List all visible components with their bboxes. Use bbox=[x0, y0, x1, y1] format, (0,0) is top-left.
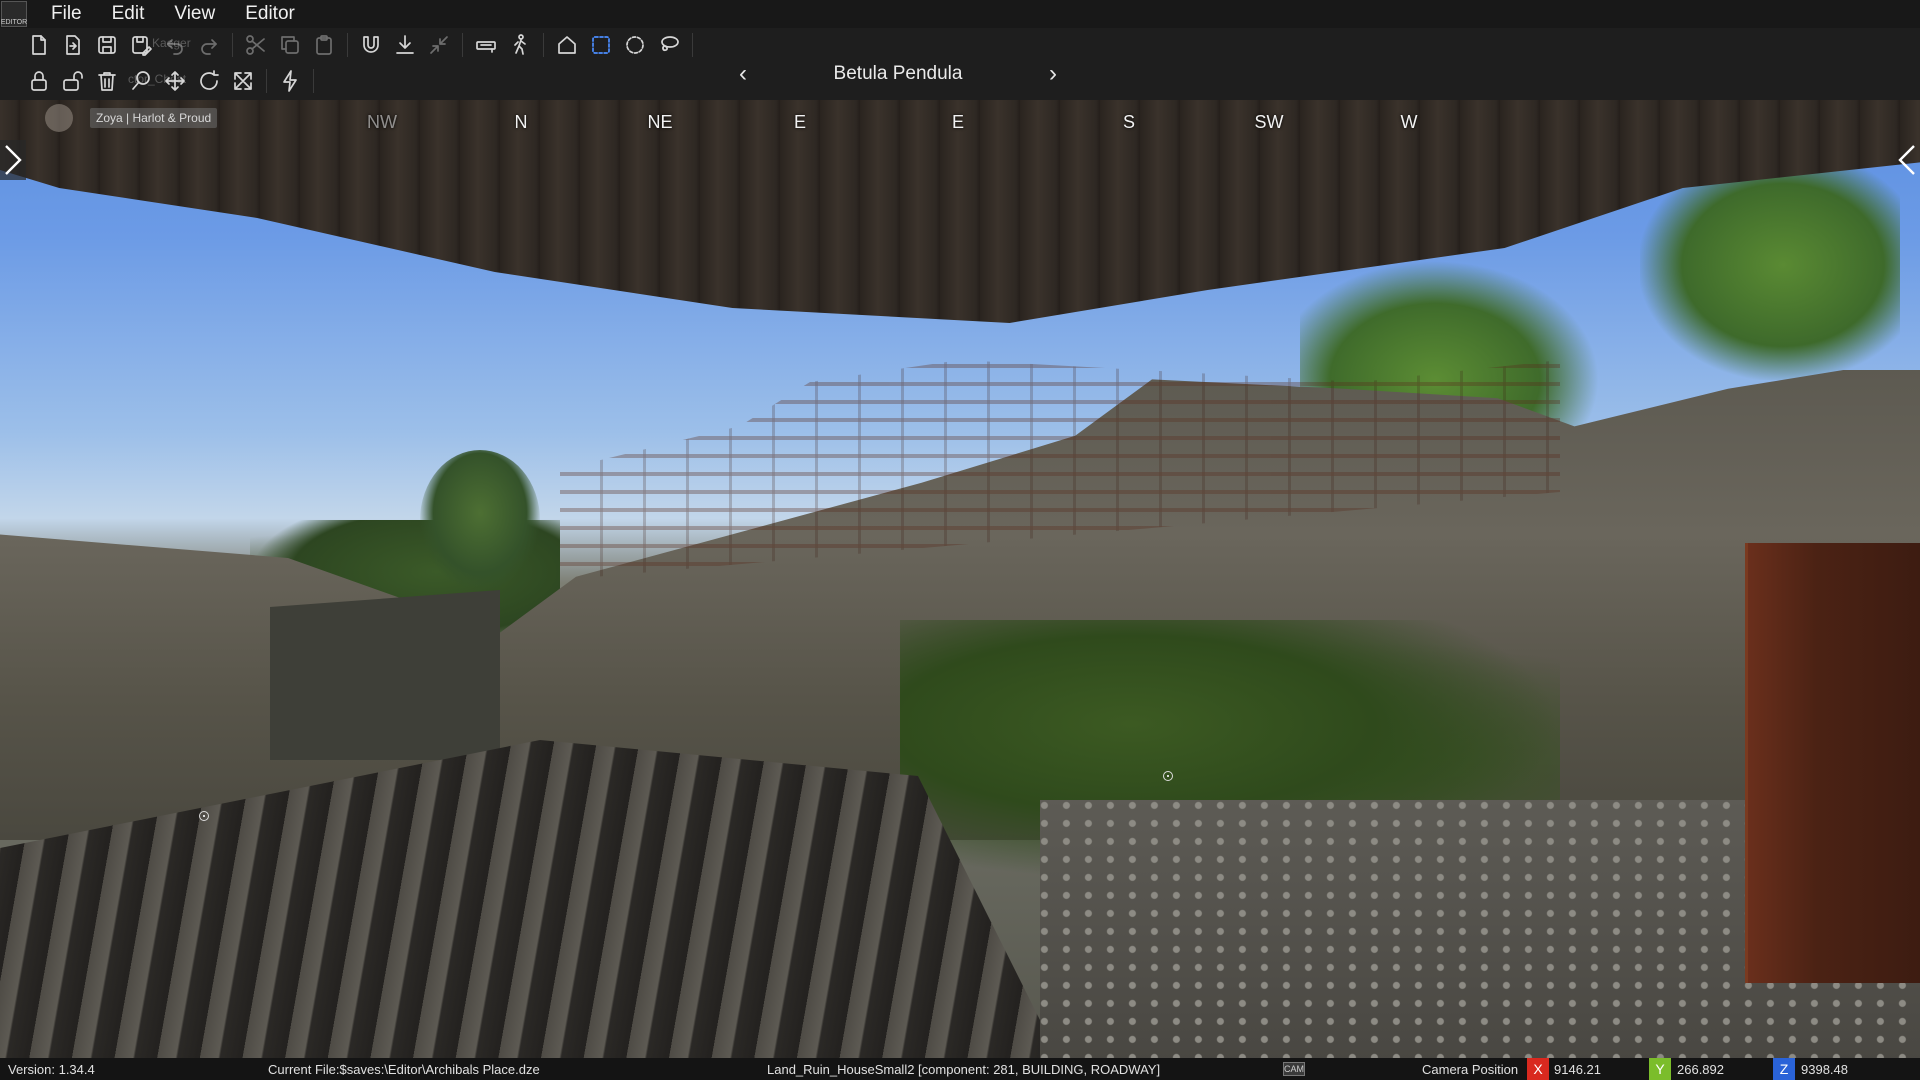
toolbar-separator bbox=[266, 69, 267, 93]
circle-select-icon bbox=[626, 36, 644, 54]
walk-mode-button[interactable] bbox=[503, 30, 537, 60]
compass-heading-label: E bbox=[793, 112, 807, 132]
version-label: Version: 1.34.4 bbox=[8, 1062, 95, 1077]
chevron-right-icon bbox=[5, 145, 22, 175]
compass-heading-label: SW bbox=[1254, 112, 1284, 132]
menu-view[interactable]: View bbox=[174, 3, 215, 25]
app-logo: EDITOR bbox=[1, 1, 27, 27]
redo-icon bbox=[201, 39, 217, 55]
camera-z-value: 9398.48 bbox=[1801, 1062, 1848, 1077]
home-button[interactable] bbox=[550, 30, 584, 60]
camera-icon[interactable]: CAM bbox=[1283, 1062, 1305, 1076]
compass-bar: NW N NE E E S SW W bbox=[0, 108, 1920, 138]
camera-x-value: 9146.21 bbox=[1554, 1062, 1601, 1077]
save-button[interactable] bbox=[90, 30, 124, 60]
binoculars-icon bbox=[476, 41, 496, 53]
delete-button[interactable] bbox=[90, 66, 124, 96]
object-marker-icon[interactable] bbox=[199, 811, 209, 821]
object-marker-icon[interactable] bbox=[1163, 771, 1173, 781]
current-object-name: Betula Pendula bbox=[833, 63, 963, 84]
magnet-snap-button[interactable] bbox=[354, 30, 388, 60]
save-icon bbox=[98, 36, 116, 54]
lightning-button[interactable] bbox=[273, 66, 307, 96]
home-icon bbox=[558, 36, 576, 54]
compass-heading-label: W bbox=[1400, 112, 1418, 132]
broken-roof bbox=[0, 98, 1920, 323]
scene-viewport[interactable] bbox=[0, 0, 1920, 1080]
camera-y-value: 266.892 bbox=[1677, 1062, 1724, 1077]
collapse-icon bbox=[430, 36, 448, 54]
compass-heading-label: S bbox=[1122, 112, 1136, 132]
paste-button[interactable] bbox=[307, 30, 341, 60]
object-navigator: ‹ Betula Pendula › bbox=[728, 56, 1068, 92]
new-file-icon bbox=[32, 35, 46, 55]
lasso-select-icon bbox=[661, 36, 679, 52]
compass-heading-label: NE bbox=[647, 112, 673, 132]
previous-object-button[interactable]: ‹ bbox=[728, 59, 758, 89]
box-select-icon bbox=[592, 36, 610, 54]
ghost-object-label: Kaeger bbox=[152, 36, 191, 50]
current-file-label: Current File:$saves:\Editor\Archibals Pl… bbox=[268, 1062, 540, 1077]
menu-edit[interactable]: Edit bbox=[112, 3, 145, 25]
delete-icon bbox=[98, 72, 116, 91]
toolbar-row-main bbox=[22, 28, 699, 62]
new-file-button[interactable] bbox=[22, 30, 56, 60]
scale-button[interactable] bbox=[226, 66, 260, 96]
ground-snap-icon bbox=[396, 35, 414, 54]
toolbar-separator bbox=[313, 69, 314, 93]
lightning-icon bbox=[283, 70, 297, 92]
rotate-icon bbox=[200, 70, 219, 90]
toolbar-separator bbox=[692, 33, 693, 57]
menu-editor[interactable]: Editor bbox=[245, 3, 295, 25]
toolbar-separator bbox=[543, 33, 544, 57]
lasso-select-button[interactable] bbox=[652, 30, 686, 60]
z-axis-badge: Z bbox=[1773, 1058, 1795, 1080]
paste-icon bbox=[316, 35, 332, 55]
copy-icon bbox=[281, 36, 299, 54]
redo-button[interactable] bbox=[192, 30, 226, 60]
ghost-object-label: ctor_Chest bbox=[128, 72, 187, 86]
rotate-button[interactable] bbox=[192, 66, 226, 96]
walk-mode-icon bbox=[514, 34, 526, 55]
copy-button[interactable] bbox=[273, 30, 307, 60]
compass-heading-label: E bbox=[951, 112, 965, 132]
scale-icon bbox=[234, 72, 252, 90]
toolbar-separator bbox=[232, 33, 233, 57]
compass-heading-label: N bbox=[514, 112, 528, 132]
right-panel-toggle[interactable] bbox=[1894, 140, 1920, 180]
unlock-button[interactable] bbox=[56, 66, 90, 96]
open-file-button[interactable] bbox=[56, 30, 90, 60]
lock-icon bbox=[31, 71, 47, 91]
open-file-icon bbox=[66, 35, 80, 55]
menu-file[interactable]: File bbox=[51, 3, 82, 25]
status-bar: Version: 1.34.4 Current File:$saves:\Edi… bbox=[0, 1058, 1920, 1080]
y-axis-badge: Y bbox=[1649, 1058, 1671, 1080]
lock-button[interactable] bbox=[22, 66, 56, 96]
tree-left bbox=[420, 450, 540, 590]
selection-info-label: Land_Ruin_HouseSmall2 [component: 281, B… bbox=[767, 1062, 1161, 1077]
cut-button[interactable] bbox=[239, 30, 273, 60]
x-axis-badge: X bbox=[1527, 1058, 1549, 1080]
chevron-left-icon bbox=[1898, 145, 1915, 175]
wooden-door bbox=[1745, 543, 1920, 983]
toolbar-separator bbox=[347, 33, 348, 57]
app-logo-text: EDITOR bbox=[0, 19, 28, 26]
compass-heading-label: NW bbox=[367, 112, 397, 132]
collapse-button[interactable] bbox=[422, 30, 456, 60]
save-as-icon bbox=[132, 36, 152, 56]
ground-snap-button[interactable] bbox=[388, 30, 422, 60]
camera-position-label: Camera Position bbox=[1422, 1062, 1519, 1077]
toolbar-separator bbox=[462, 33, 463, 57]
toolbar: ‹ Betula Pendula › bbox=[0, 28, 1920, 100]
left-panel-toggle[interactable] bbox=[0, 140, 26, 180]
wall-window-opening bbox=[270, 590, 500, 760]
menu-bar: EDITOR File Edit View Editor bbox=[0, 0, 1920, 28]
box-select-button[interactable] bbox=[584, 30, 618, 60]
next-object-button[interactable]: › bbox=[1038, 59, 1068, 89]
cut-icon bbox=[246, 35, 265, 55]
unlock-icon bbox=[63, 71, 83, 91]
circle-select-button[interactable] bbox=[618, 30, 652, 60]
magnet-snap-icon bbox=[363, 36, 379, 53]
binoculars-button[interactable] bbox=[469, 30, 503, 60]
